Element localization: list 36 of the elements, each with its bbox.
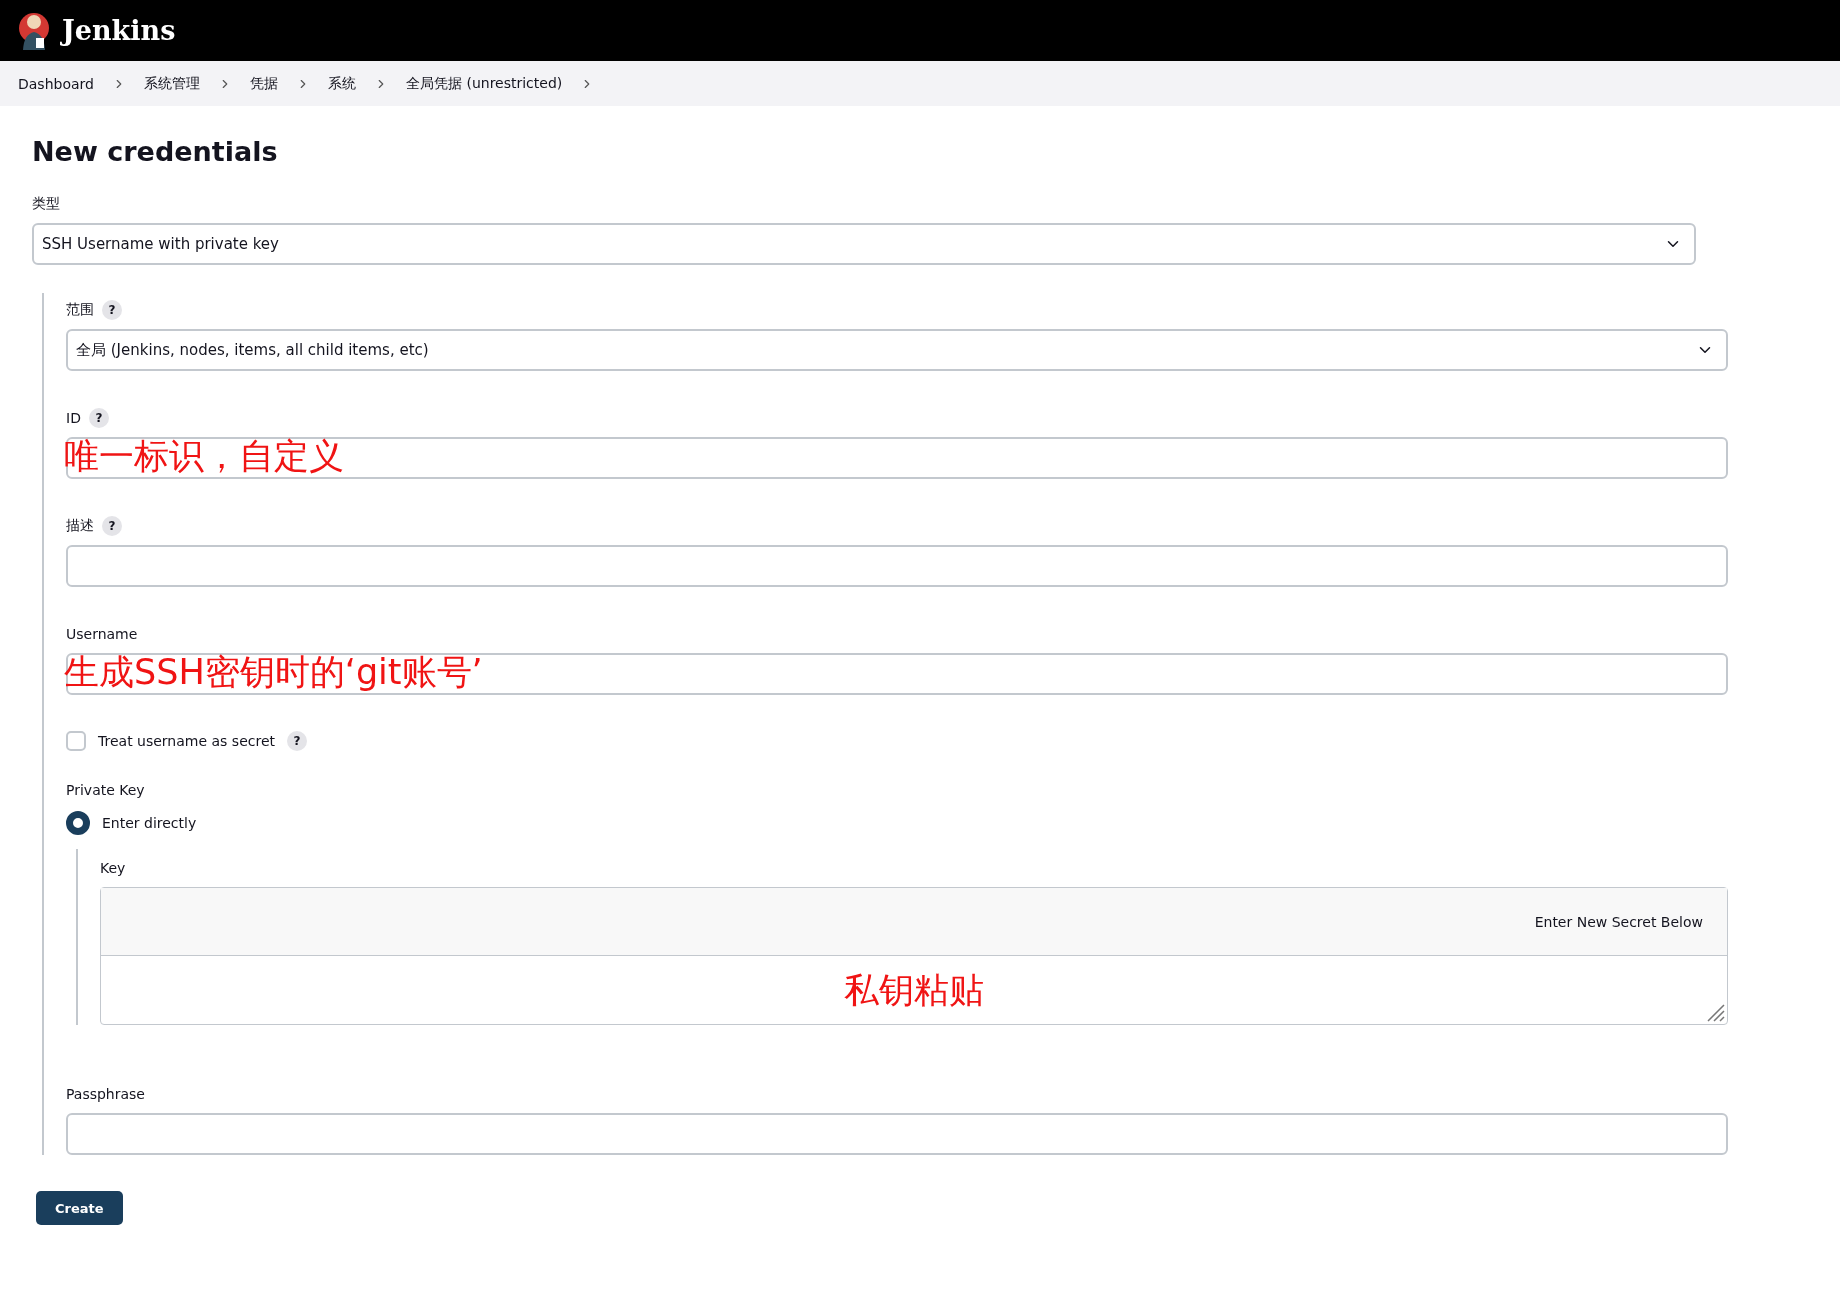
radio-button[interactable]: [66, 811, 90, 835]
field-label: Username: [66, 626, 138, 642]
field-label: Private Key: [66, 782, 145, 798]
checkbox[interactable]: [66, 731, 86, 751]
create-button[interactable]: Create: [36, 1191, 123, 1225]
help-icon[interactable]: ?: [88, 408, 109, 428]
field-label: 范围: [66, 301, 94, 319]
annotation-text: 私钥粘贴: [844, 968, 984, 1012]
field-label: Passphrase: [66, 1086, 145, 1102]
field-label: 类型: [32, 195, 60, 213]
brand-title[interactable]: Jenkins: [62, 15, 176, 46]
page-title: New credentials: [32, 136, 279, 167]
breadcrumb-link[interactable]: 全局凭据 (unrestricted): [405, 74, 563, 93]
type-select[interactable]: SSH Username with private key: [32, 223, 1696, 265]
field-label: Key: [100, 860, 126, 876]
input-field[interactable]: [66, 1113, 1728, 1155]
help-icon[interactable]: ?: [102, 516, 122, 536]
input-field[interactable]: 唯一标识，自定义: [66, 437, 1728, 479]
breadcrumb-link[interactable]: 系统管理: [143, 74, 200, 93]
help-icon[interactable]: ?: [287, 731, 307, 751]
help-icon[interactable]: ?: [102, 300, 122, 320]
field-label: 描述: [66, 517, 94, 535]
radio-label: Enter directly: [102, 815, 197, 831]
field-label: ID: [66, 410, 81, 426]
secret-notice: Enter New Secret Below: [1534, 913, 1703, 930]
checkbox-label: Treat username as secret: [98, 733, 275, 749]
breadcrumb-link[interactable]: Dashboard: [18, 75, 94, 92]
resize-grip-icon[interactable]: [1705, 1002, 1725, 1022]
scope-select[interactable]: 全局 (Jenkins, nodes, items, all child items, etc): [66, 329, 1728, 371]
secret-textarea[interactable]: Enter New Secret Below 私钥粘贴: [100, 887, 1728, 1025]
annotation-text: 唯一标识，自定义: [64, 435, 344, 478]
input-field[interactable]: 生成SSH密钥时的‘git账号’: [66, 653, 1728, 695]
annotation-text: 生成SSH密钥时的‘git账号’: [64, 651, 483, 694]
breadcrumb-link[interactable]: 系统: [327, 74, 356, 93]
input-field[interactable]: [66, 545, 1728, 587]
breadcrumb-link[interactable]: 凭据: [249, 74, 278, 93]
